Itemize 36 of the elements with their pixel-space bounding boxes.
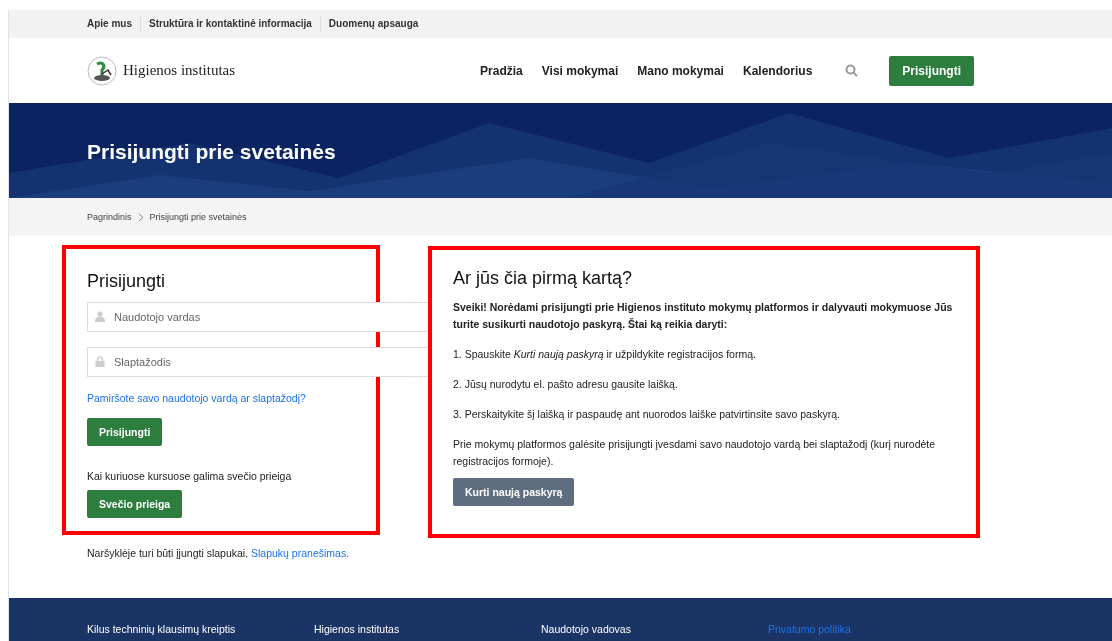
guest-access-button[interactable]: Svečio prieiga bbox=[87, 490, 183, 518]
step-text: 2. Jūsų nurodytu el. pašto adresu gausite laišką. bbox=[453, 377, 679, 392]
create-account-button[interactable]: Kurti naują paskyrą bbox=[453, 478, 575, 506]
input-field[interactable]: Slaptažodis bbox=[87, 347, 429, 377]
guest-note: Kai kuriuose kursuose galima svečio prieiga bbox=[87, 469, 293, 484]
forgot-password-link[interactable]: Pamiršote savo naudotojo vardą ar slaptažodį? bbox=[87, 392, 306, 404]
note-text: Prie mokymų platformos galėsite prisijungti įvesdami savo naudotojo vardą bei slaptažodį (kurį nurodėte registracijos formoje). bbox=[453, 437, 937, 469]
footer-heading: Higienos institutas bbox=[314, 623, 401, 637]
cookie-policy-link[interactable]: Slapukų pranešimas. bbox=[251, 547, 350, 559]
lock-icon bbox=[95, 356, 105, 367]
nav-link[interactable]: Visi mokymai bbox=[541, 63, 619, 78]
user-icon bbox=[95, 311, 105, 322]
submit-button[interactable]: Prisijungti bbox=[87, 418, 163, 446]
step-text: 3. Perskaitykite šį laišką ir paspaudę ant nuorodos laiške patvirtinsite savo paskyrą. bbox=[453, 407, 841, 422]
cookie-notice: Naršyklėje turi būti įjungti slapukai. bbox=[87, 547, 249, 559]
nav-link[interactable]: Kalendorius bbox=[742, 63, 813, 78]
footer-heading: Naudotojo vadovas bbox=[541, 623, 632, 637]
search-icon[interactable] bbox=[845, 64, 859, 77]
panel-title: Prisijungti bbox=[87, 271, 167, 292]
breadcrumb-link[interactable]: Pagrindinis bbox=[87, 212, 132, 222]
logo-icon[interactable] bbox=[87, 55, 117, 86]
top-link[interactable]: Apie mus bbox=[87, 17, 140, 31]
intro-text: Sveiki! Norėdami prisijungti prie Higienos instituto mokymų platformos ir dalyvauti mokymuose Jūs turite susikurti naudotojo paskyrą. Štai ką reikia daryti: bbox=[453, 300, 954, 332]
page-title: Prisijungti prie svetainės bbox=[87, 140, 336, 164]
breadcrumb-current: Prisijungti prie svetainės bbox=[149, 212, 247, 222]
login-button[interactable]: Prisijungti bbox=[889, 55, 974, 86]
site-logo-text[interactable]: Higienos institutas bbox=[123, 62, 236, 79]
panel-title: Ar jūs čia pirmą kartą? bbox=[453, 268, 634, 289]
footer-heading: Kilus techninių klausimų kreiptis bbox=[87, 623, 237, 637]
chevron-right-icon bbox=[137, 212, 144, 222]
step-text: 1. Spauskite Kurti naują paskyrą ir užpildykite registracijos formą. bbox=[453, 347, 757, 362]
nav-link[interactable]: Mano mokymai bbox=[637, 63, 724, 78]
top-link[interactable]: Duomenų apsauga bbox=[319, 17, 427, 31]
nav-link[interactable]: Pradžia bbox=[480, 63, 523, 78]
top-link[interactable]: Struktūra ir kontaktinė informacija bbox=[140, 17, 320, 31]
input-field[interactable]: Naudotojo vardas bbox=[87, 302, 429, 332]
